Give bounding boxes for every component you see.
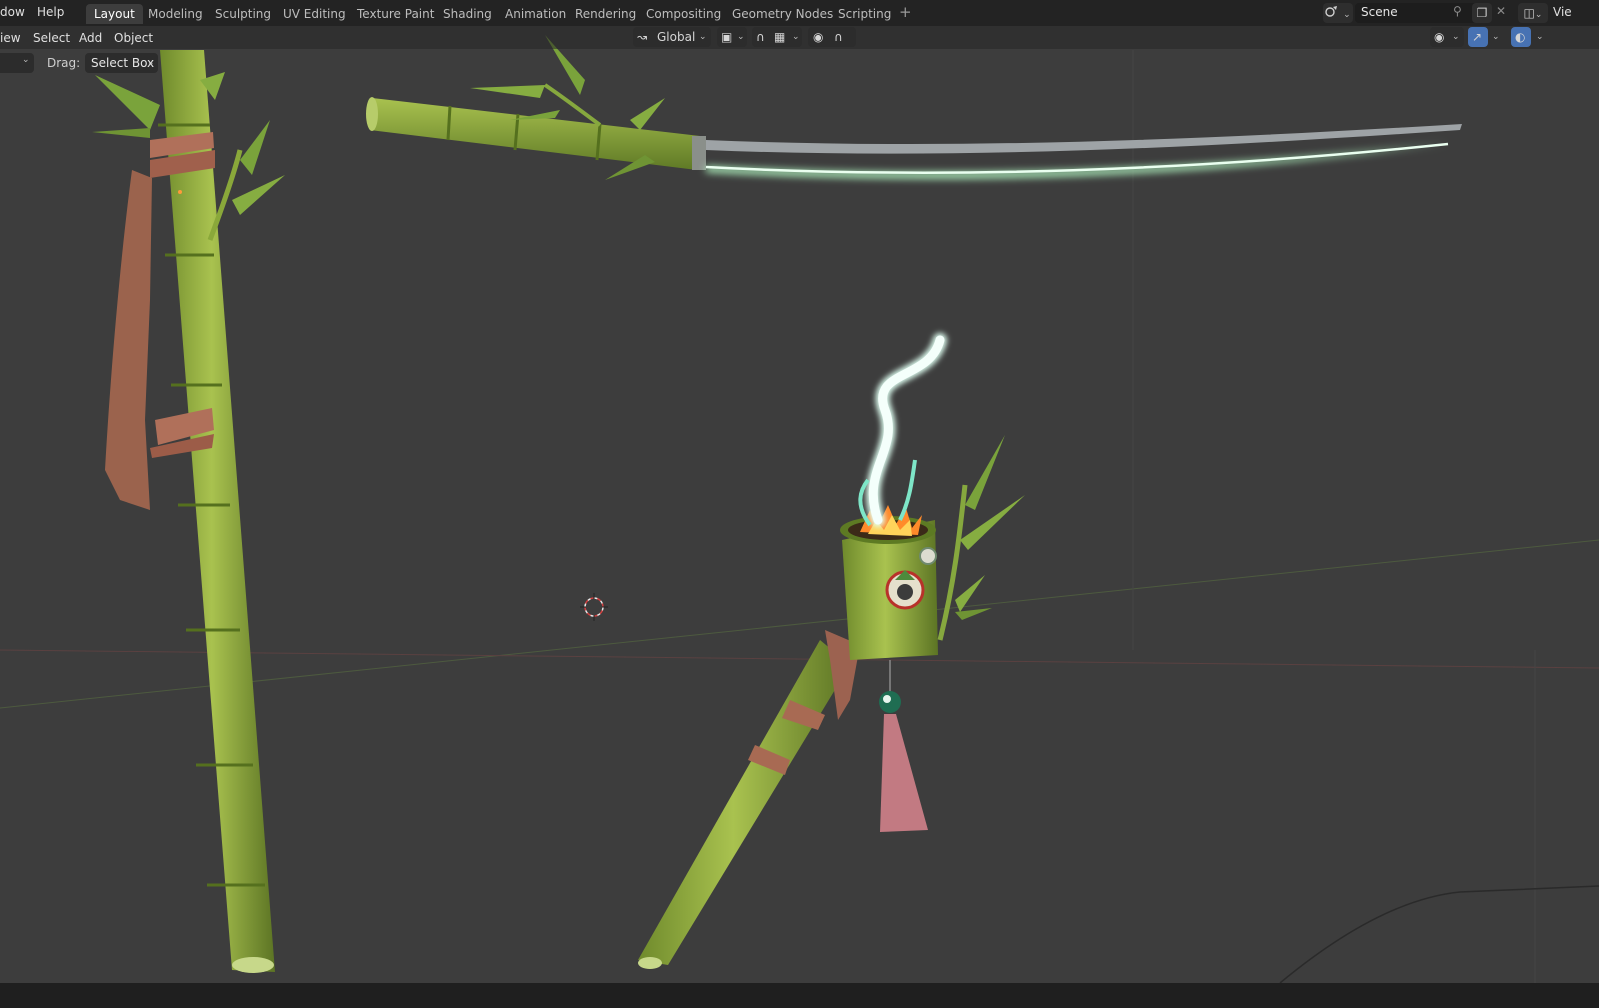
overlay-options-chevron[interactable]: ⌄	[1536, 32, 1544, 42]
mode-dropdown[interactable]: ⌄	[0, 53, 34, 73]
snap-toggle[interactable]: ∩ ▦ ⌄	[752, 27, 802, 47]
chevron-down-icon: ⌄	[1343, 10, 1351, 20]
drag-label: Drag:	[47, 56, 81, 70]
chevron-down-icon: ⌄	[1534, 10, 1543, 20]
chevron-down-icon: ⌄	[737, 32, 745, 42]
eye-visibility-icon: ◉	[1434, 30, 1445, 44]
scene-icon	[1325, 6, 1343, 20]
falloff-curve-icon: ∩	[834, 30, 843, 44]
chevron-down-icon: ⌄	[1452, 32, 1460, 42]
3d-viewport[interactable]	[0, 0, 1599, 1008]
proportional-edit-toggle[interactable]: ◉ ∩	[808, 27, 856, 47]
pivot-point-dropdown[interactable]: ▣ ⌄	[717, 27, 747, 47]
snap-magnet-icon: ∩	[756, 30, 765, 44]
bamboo-staff[interactable]	[92, 50, 285, 973]
menu-object[interactable]: Object	[114, 31, 153, 45]
tab-rendering[interactable]: Rendering	[567, 4, 644, 24]
transform-orientation-icon: ↝	[637, 30, 648, 44]
menu-help[interactable]: Help	[37, 5, 64, 19]
menu-select[interactable]: Select	[33, 31, 70, 45]
overlay-toggle[interactable]: ◐	[1511, 27, 1531, 47]
tab-shading[interactable]: Shading	[435, 4, 500, 24]
chevron-down-icon: ⌄	[792, 32, 800, 42]
pin-icon[interactable]: ⚲	[1453, 4, 1462, 18]
new-scene-button[interactable]: ❐	[1472, 3, 1492, 23]
tab-scripting[interactable]: Scripting	[830, 4, 899, 24]
menu-add[interactable]: Add	[79, 31, 102, 45]
menu-window[interactable]: dow	[0, 5, 25, 19]
pivot-point-icon: ▣	[721, 30, 733, 44]
drag-value: Select Box	[91, 56, 155, 70]
transform-orientation-dropdown[interactable]: ↝ Global ⌄	[633, 27, 711, 47]
view-layer-icon: ◫	[1523, 6, 1535, 20]
gizmo-icon: ↗	[1472, 30, 1483, 44]
origin-dot	[178, 190, 182, 194]
grid-curve	[1279, 885, 1599, 984]
chevron-down-icon: ⌄	[22, 55, 30, 65]
menu-view[interactable]: iew	[0, 31, 21, 45]
chevron-down-icon: ⌄	[147, 58, 155, 68]
katana[interactable]	[366, 35, 1462, 180]
status-bar	[0, 983, 1599, 1008]
tab-layout[interactable]: Layout	[86, 4, 143, 24]
scene-name: Scene	[1361, 5, 1398, 19]
bamboo-pipe[interactable]	[638, 333, 1025, 969]
tab-sculpting[interactable]: Sculpting	[207, 4, 279, 24]
drag-select-box-dropdown[interactable]: Select Box ⌄	[85, 53, 158, 73]
view-layer-name[interactable]: Vie	[1553, 5, 1572, 19]
gizmo-options-chevron[interactable]: ⌄	[1492, 32, 1500, 42]
snap-increment-icon: ▦	[774, 30, 786, 44]
view-layer-selector-button[interactable]: ◫⌄	[1518, 3, 1548, 23]
overlay-icon: ◐	[1515, 30, 1526, 44]
tab-uv-editing[interactable]: UV Editing	[275, 4, 354, 24]
3d-cursor-icon[interactable]	[580, 593, 608, 621]
close-icon[interactable]: ✕	[1496, 4, 1506, 18]
visibility-dropdown[interactable]: ◉ ⌄	[1430, 27, 1464, 47]
tab-texture-paint[interactable]: Texture Paint	[349, 4, 442, 24]
add-workspace-button[interactable]: +	[899, 3, 912, 21]
tab-compositing[interactable]: Compositing	[638, 4, 729, 24]
proportional-edit-icon: ◉	[813, 30, 824, 44]
chevron-down-icon: ⌄	[699, 32, 707, 42]
scene-selector-button[interactable]: ⌄	[1323, 3, 1353, 23]
tab-animation[interactable]: Animation	[497, 4, 574, 24]
new-scene-icon: ❐	[1476, 6, 1488, 20]
gizmo-toggle[interactable]: ↗	[1468, 27, 1488, 47]
tab-modeling[interactable]: Modeling	[140, 4, 211, 24]
tab-geometry-nodes[interactable]: Geometry Nodes	[724, 4, 841, 24]
transform-orientation-value: Global	[657, 30, 696, 44]
